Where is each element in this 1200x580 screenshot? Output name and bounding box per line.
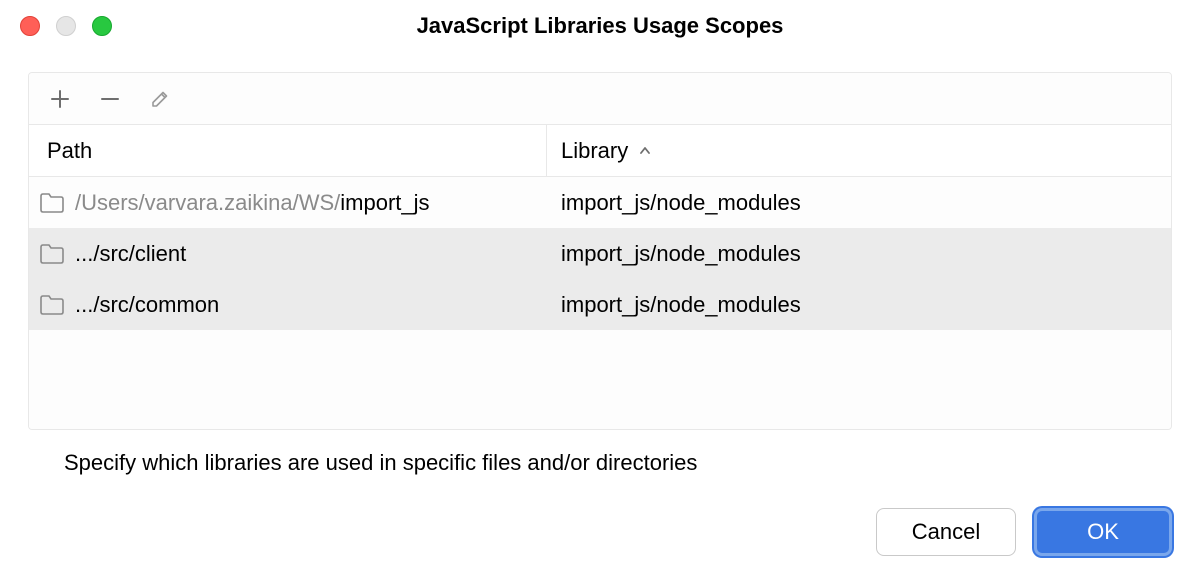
cancel-button[interactable]: Cancel bbox=[876, 508, 1016, 556]
button-bar: Cancel OK bbox=[876, 508, 1172, 556]
content: Path Library bbox=[0, 52, 1200, 476]
path-name: .../src/common bbox=[75, 292, 219, 318]
remove-button[interactable] bbox=[97, 86, 123, 112]
cell-path: .../src/common bbox=[29, 279, 547, 330]
close-icon[interactable] bbox=[20, 16, 40, 36]
path-name: import_js bbox=[340, 190, 429, 215]
library-value: import_js/node_modules bbox=[561, 190, 801, 216]
cell-library: import_js/node_modules bbox=[547, 228, 1171, 279]
folder-icon bbox=[39, 243, 65, 265]
ok-button[interactable]: OK bbox=[1034, 508, 1172, 556]
table-header: Path Library bbox=[29, 125, 1171, 177]
cell-library: import_js/node_modules bbox=[547, 177, 1171, 228]
cell-library: import_js/node_modules bbox=[547, 279, 1171, 330]
folder-icon bbox=[39, 294, 65, 316]
window-title: JavaScript Libraries Usage Scopes bbox=[0, 13, 1200, 39]
column-header-path[interactable]: Path bbox=[29, 125, 547, 176]
edit-button[interactable] bbox=[147, 86, 173, 112]
plus-icon bbox=[49, 88, 71, 110]
path-name: .../src/client bbox=[75, 241, 186, 267]
table-body: /Users/varvara.zaikina/WS/import_js impo… bbox=[29, 177, 1171, 429]
sort-ascending-icon bbox=[638, 144, 652, 158]
cell-path: /Users/varvara.zaikina/WS/import_js bbox=[29, 177, 547, 228]
cell-path: .../src/client bbox=[29, 228, 547, 279]
add-button[interactable] bbox=[47, 86, 73, 112]
minus-icon bbox=[99, 88, 121, 110]
library-value: import_js/node_modules bbox=[561, 292, 801, 318]
minimize-icon[interactable] bbox=[56, 16, 76, 36]
table-row[interactable]: /Users/varvara.zaikina/WS/import_js impo… bbox=[29, 177, 1171, 228]
description-text: Specify which libraries are used in spec… bbox=[28, 430, 1172, 476]
cancel-button-label: Cancel bbox=[912, 519, 980, 545]
ok-button-label: OK bbox=[1087, 519, 1119, 545]
column-header-library-label: Library bbox=[561, 138, 628, 164]
table-panel: Path Library bbox=[28, 72, 1172, 430]
table-row[interactable]: .../src/client import_js/node_modules bbox=[29, 228, 1171, 279]
window-controls bbox=[20, 16, 112, 36]
path-prefix: /Users/varvara.zaikina/WS/ bbox=[75, 190, 340, 215]
maximize-icon[interactable] bbox=[92, 16, 112, 36]
folder-icon bbox=[39, 192, 65, 214]
library-value: import_js/node_modules bbox=[561, 241, 801, 267]
column-header-path-label: Path bbox=[47, 138, 92, 164]
toolbar bbox=[29, 73, 1171, 125]
column-header-library[interactable]: Library bbox=[547, 125, 1171, 176]
titlebar: JavaScript Libraries Usage Scopes bbox=[0, 0, 1200, 52]
pencil-icon bbox=[149, 88, 171, 110]
table-row[interactable]: .../src/common import_js/node_modules bbox=[29, 279, 1171, 330]
